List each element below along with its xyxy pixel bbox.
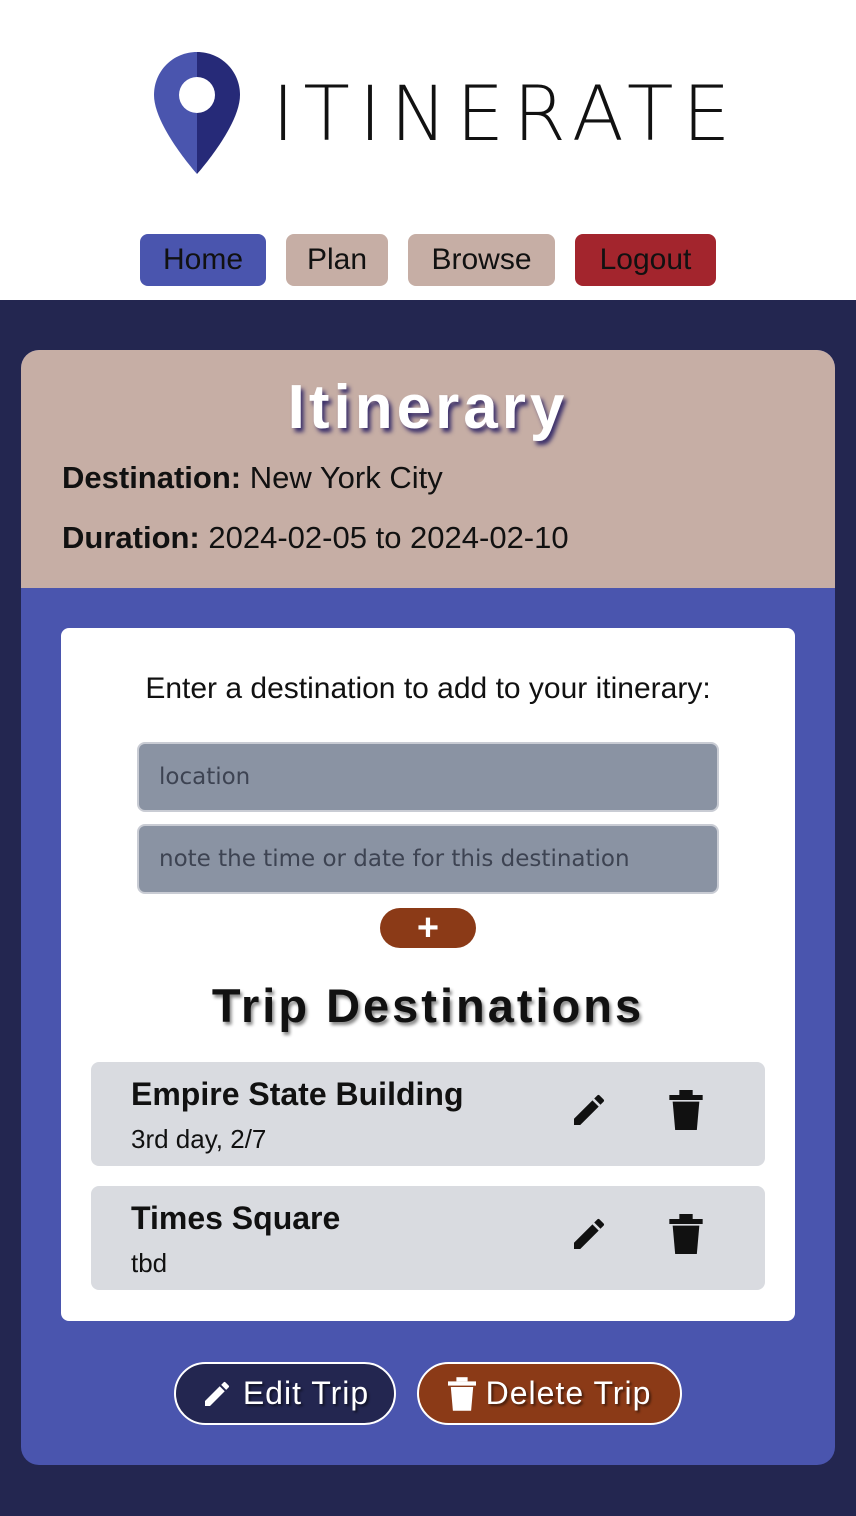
map-pin-icon — [154, 52, 240, 174]
itinerary-card: Itinerary Destination: New York City Dur… — [21, 350, 835, 1465]
add-destination-button[interactable]: + — [380, 908, 476, 948]
destination-name: Empire State Building — [131, 1076, 464, 1112]
destination-note: tbd — [131, 1248, 168, 1278]
duration-value: 2024-02-05 to 2024-02-10 — [208, 520, 569, 555]
destination-label: Destination: — [62, 460, 242, 495]
destination-name: Times Square — [131, 1200, 341, 1236]
list-item: Times Square tbd — [91, 1186, 765, 1290]
location-input[interactable] — [137, 742, 719, 812]
app-name: ITINERATE — [272, 69, 740, 158]
destination-value: New York City — [249, 460, 443, 495]
edit-trip-button[interactable]: Edit Trip — [174, 1362, 396, 1425]
nav-logout-button[interactable]: Logout — [575, 234, 716, 286]
add-destination-prompt: Enter a destination to add to your itine… — [145, 672, 711, 705]
header: ITINERATE Home Plan Browse Logout — [0, 0, 856, 300]
main-nav: Home Plan Browse Logout — [0, 234, 856, 286]
note-input[interactable] — [137, 824, 719, 894]
logo[interactable]: ITINERATE — [154, 52, 730, 176]
itinerary-title: Itinerary — [287, 373, 569, 442]
trash-icon[interactable] — [669, 1090, 703, 1130]
pencil-icon — [204, 1381, 229, 1406]
delete-trip-label: Delete Trip — [485, 1375, 652, 1411]
destination-note: 3rd day, 2/7 — [131, 1124, 267, 1154]
duration-info: Duration: 2024-02-05 to 2024-02-10 — [62, 520, 569, 556]
itinerary-header: Itinerary Destination: New York City Dur… — [21, 350, 835, 588]
trash-icon — [447, 1376, 476, 1411]
list-item: Empire State Building 3rd day, 2/7 — [91, 1062, 765, 1166]
destinations-panel: Enter a destination to add to your itine… — [61, 628, 795, 1321]
trip-destinations-title: Trip Destinations — [211, 979, 645, 1032]
pencil-icon[interactable] — [569, 1214, 609, 1254]
nav-browse-button[interactable]: Browse — [408, 234, 555, 286]
destination-info: Destination: New York City — [62, 460, 443, 496]
nav-home-button[interactable]: Home — [140, 234, 266, 286]
nav-plan-button[interactable]: Plan — [286, 234, 388, 286]
trash-icon[interactable] — [669, 1214, 703, 1254]
duration-label: Duration: — [62, 520, 200, 555]
delete-trip-button[interactable]: Delete Trip — [417, 1362, 682, 1425]
pencil-icon[interactable] — [569, 1090, 609, 1130]
edit-trip-label: Edit Trip — [242, 1375, 370, 1411]
